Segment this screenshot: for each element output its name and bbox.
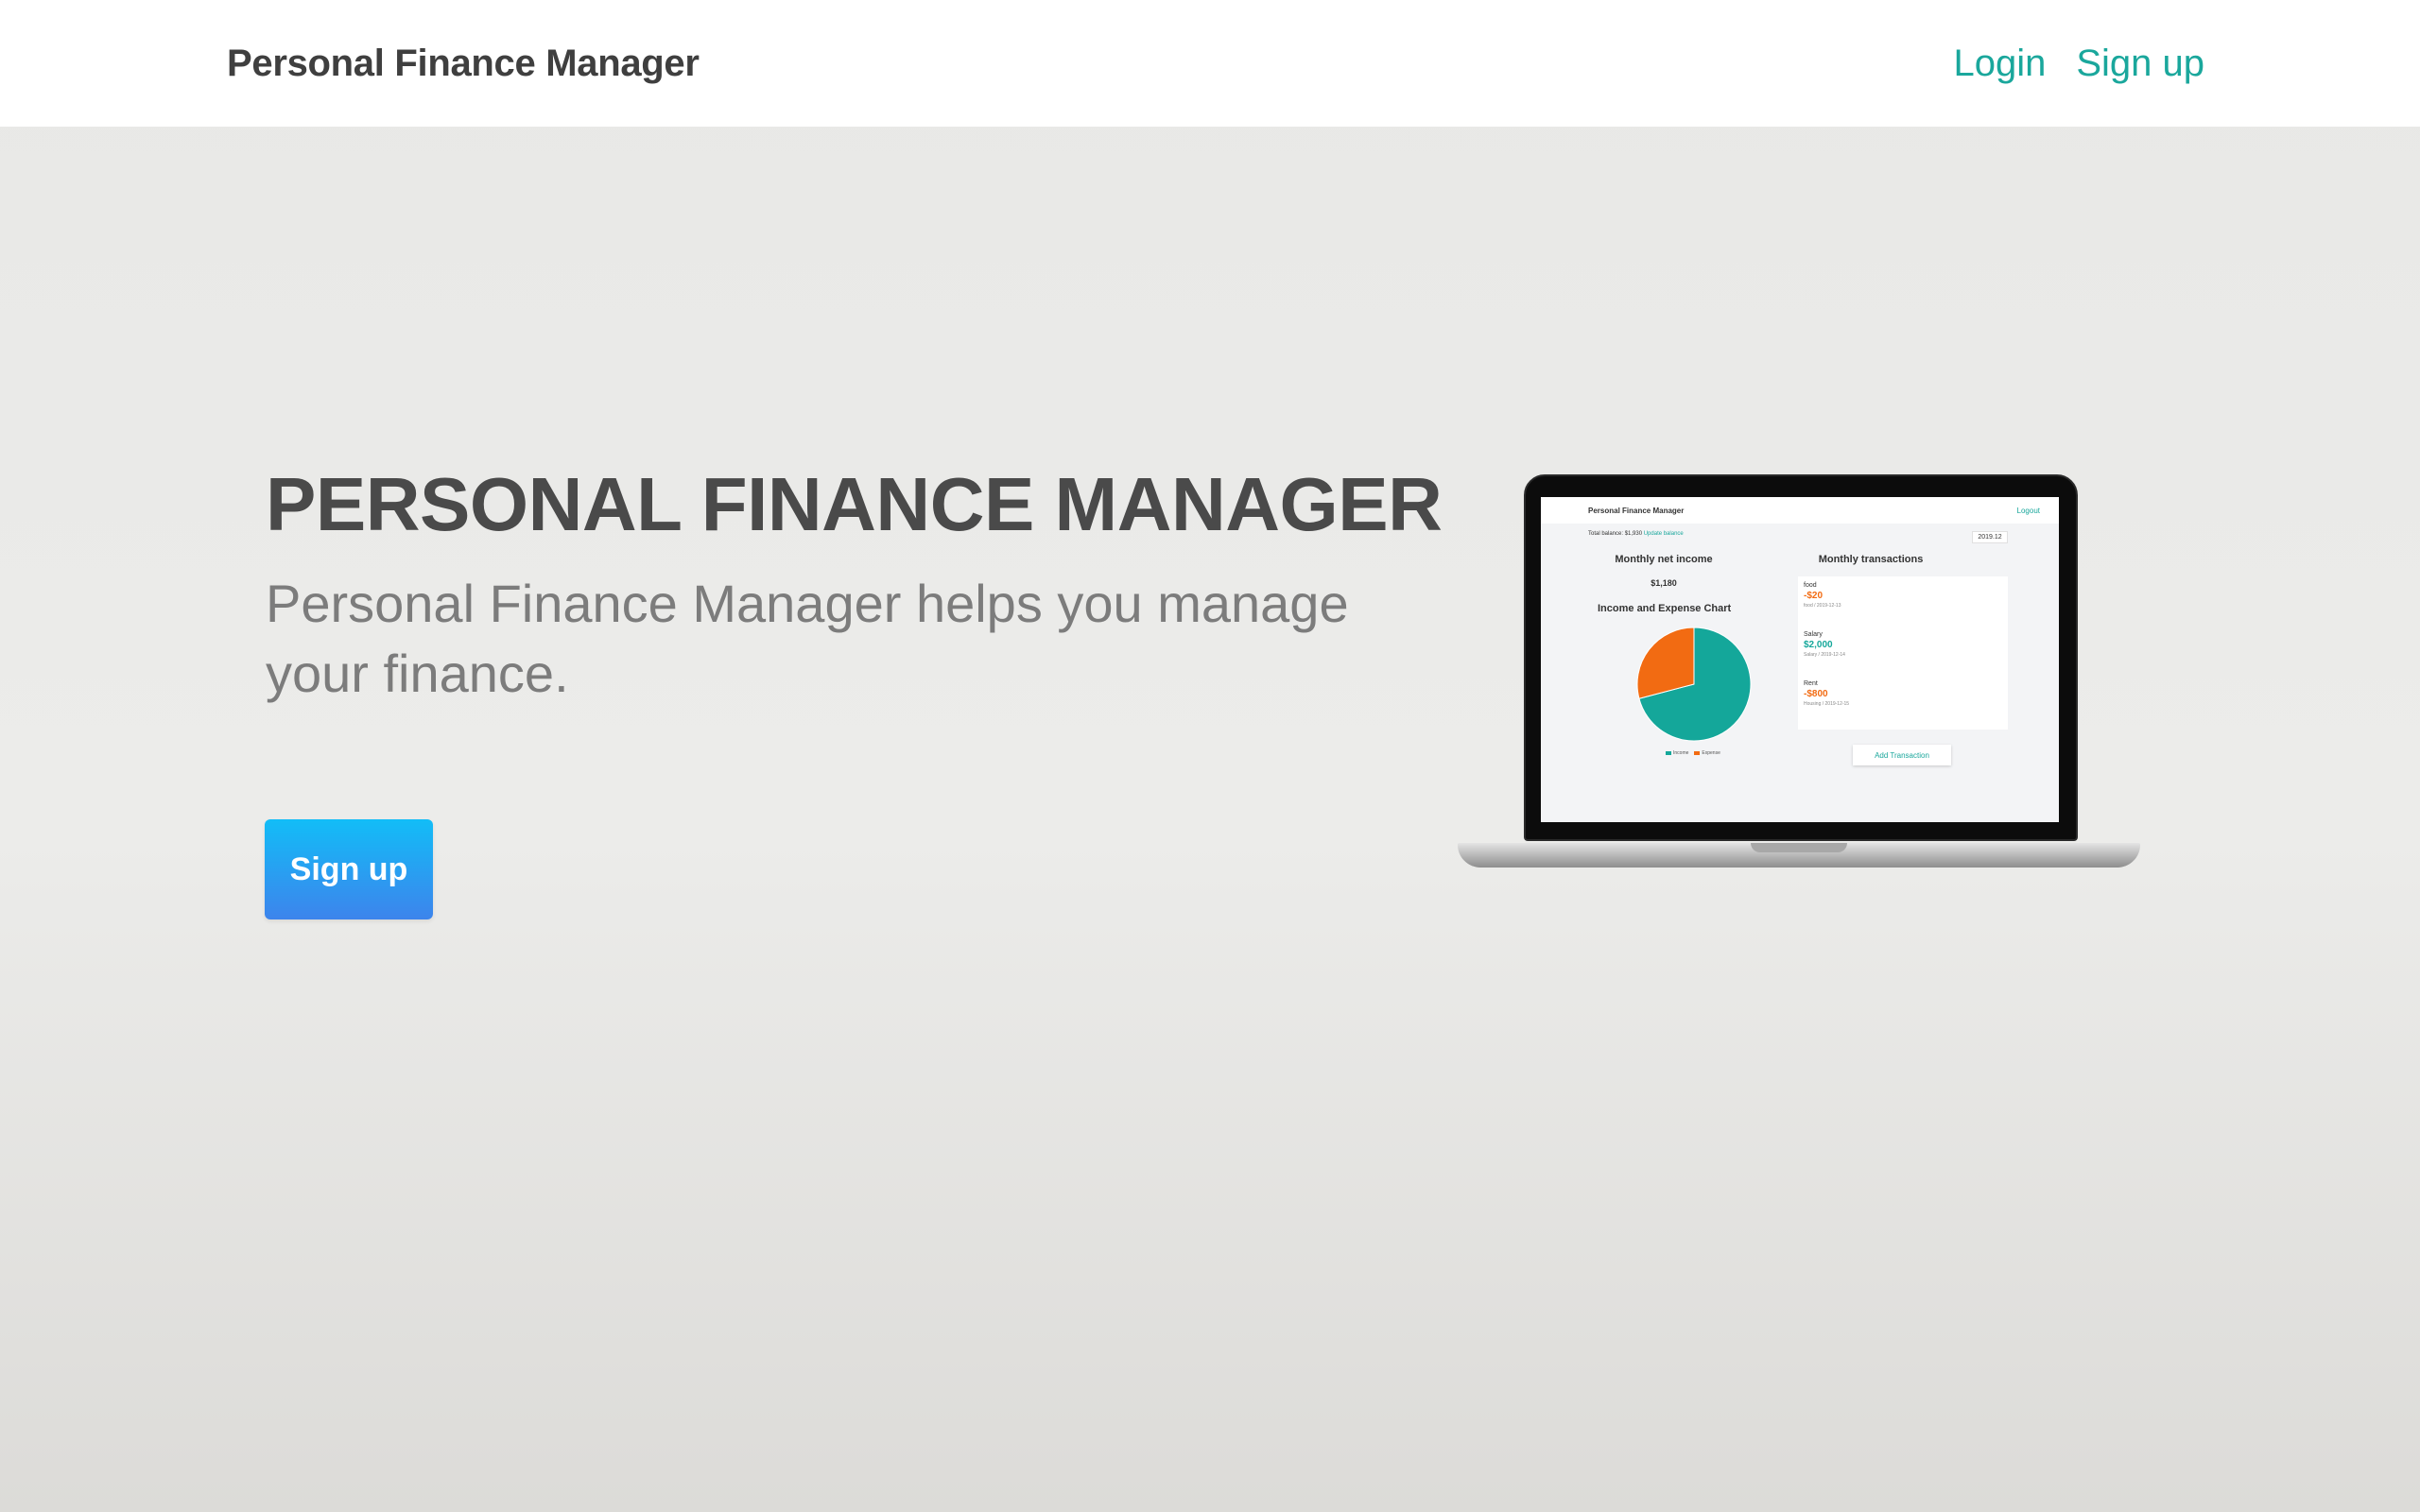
screenshot-chart-title: Income and Expense Chart [1598, 603, 1732, 614]
transaction-meta: Housing / 2019-12-15 [1804, 701, 1850, 707]
screenshot-income-title: Monthly net income [1615, 554, 1713, 565]
hero-title: PERSONAL FINANCE MANAGER [266, 462, 1443, 546]
screenshot-add-transaction-button: Add Transaction [1853, 745, 1951, 765]
nav-links: Login Sign up [1953, 43, 2204, 85]
screenshot-navbar: Personal Finance Manager Logout [1541, 497, 2059, 524]
screenshot-date-picker: 2019.12 [1972, 531, 2008, 543]
legend-income: Income [1666, 750, 1688, 756]
transaction-item: food -$20 food / 2019-12-13 [1804, 582, 1841, 609]
login-link[interactable]: Login [1953, 43, 2046, 85]
transaction-meta: food / 2019-12-13 [1804, 603, 1841, 609]
signup-button[interactable]: Sign up [265, 819, 433, 919]
screenshot-transactions-title: Monthly transactions [1818, 554, 1924, 565]
screenshot-update-balance-link: Update balance [1643, 531, 1684, 537]
brand-logo-text[interactable]: Personal Finance Manager [227, 43, 700, 85]
transaction-category: Salary [1804, 631, 1823, 638]
app-screenshot: Personal Finance Manager Logout Total ba… [1541, 497, 2059, 822]
screenshot-balance: Total balance: $1,930 Update balance [1588, 531, 1684, 537]
transactions-list: food -$20 food / 2019-12-13 Salary $2,00… [1798, 576, 2008, 730]
screenshot-brand: Personal Finance Manager [1588, 506, 1685, 515]
hero-subtitle: Personal Finance Manager helps you manag… [266, 574, 1349, 703]
transaction-meta: Salary / 2019-12-14 [1804, 652, 1845, 658]
transaction-item: Salary $2,000 Salary / 2019-12-14 [1804, 631, 1845, 658]
income-expense-pie-chart [1636, 627, 1752, 742]
signup-link[interactable]: Sign up [2076, 43, 2204, 85]
screenshot-logout-link: Logout [2016, 506, 2040, 515]
transaction-item: Rent -$800 Housing / 2019-12-15 [1804, 680, 1849, 707]
transaction-amount: -$20 [1804, 591, 1824, 601]
laptop-notch [1751, 843, 1847, 852]
transaction-category: food [1804, 582, 1817, 589]
screenshot-balance-text: Total balance: $1,930 [1588, 531, 1643, 537]
chart-legend: Income Expense [1666, 750, 1720, 756]
legend-expense: Expense [1694, 750, 1720, 756]
transaction-amount: $2,000 [1804, 640, 1833, 650]
screenshot-income-value: $1,180 [1651, 578, 1677, 588]
laptop-mockup-image: Personal Finance Manager Logout Total ba… [1458, 474, 2140, 869]
top-navbar: Personal Finance Manager Login Sign up [0, 0, 2420, 127]
transaction-category: Rent [1804, 680, 1818, 687]
transaction-amount: -$800 [1804, 689, 1828, 699]
